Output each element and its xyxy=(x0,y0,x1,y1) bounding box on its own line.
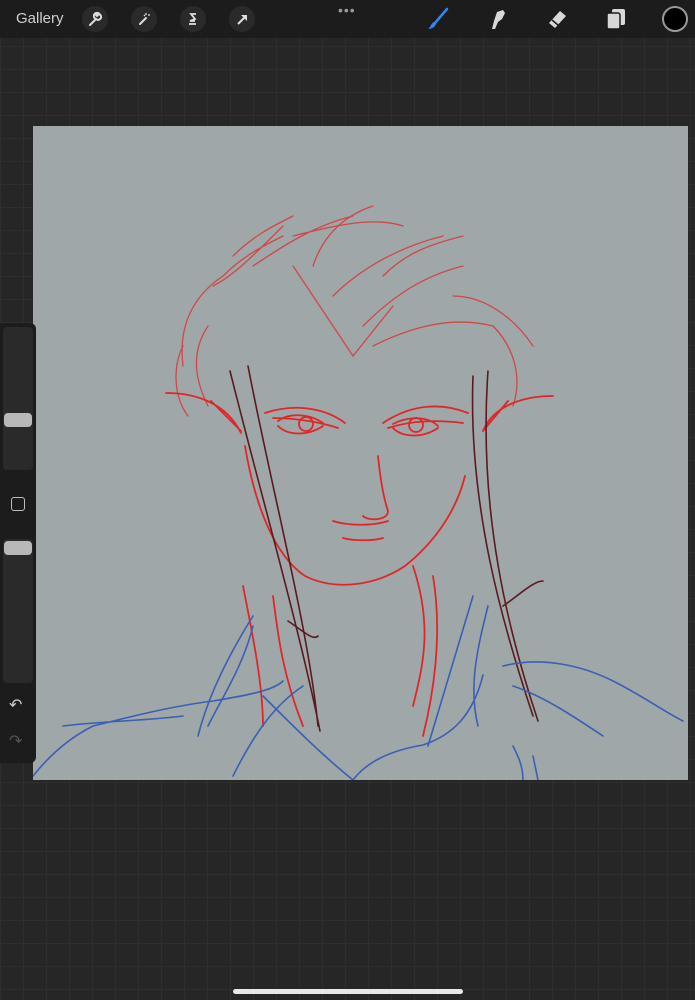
hair-strokes xyxy=(175,205,534,417)
smudge-icon[interactable] xyxy=(485,7,509,31)
brush-opacity-slider[interactable] xyxy=(3,539,33,683)
magic-wand-icon[interactable] xyxy=(131,6,157,32)
redo-icon[interactable]: ↷ xyxy=(9,731,22,751)
brush-opacity-thumb[interactable] xyxy=(4,541,32,555)
more-options-button[interactable]: ••• xyxy=(338,2,356,18)
drawing-canvas[interactable] xyxy=(33,126,688,780)
eraser-icon[interactable] xyxy=(545,7,569,31)
home-indicator xyxy=(233,989,463,994)
wrench-icon[interactable] xyxy=(82,6,108,32)
brush-icon[interactable] xyxy=(426,7,450,31)
brush-size-thumb[interactable] xyxy=(4,413,32,427)
color-picker-button[interactable] xyxy=(662,6,688,32)
top-toolbar: Gallery ••• xyxy=(0,0,695,38)
sketch-artwork xyxy=(33,205,684,780)
brush-size-slider[interactable] xyxy=(3,327,33,470)
undo-icon[interactable]: ↶ xyxy=(9,695,22,715)
selection-icon[interactable] xyxy=(180,6,206,32)
modify-button[interactable] xyxy=(11,497,25,511)
collar-strokes xyxy=(33,595,684,780)
transform-icon[interactable] xyxy=(229,6,255,32)
left-sidebar: ↶ ↷ xyxy=(0,323,36,763)
face-strokes xyxy=(165,392,554,737)
gallery-button[interactable]: Gallery xyxy=(16,10,64,27)
layers-icon[interactable] xyxy=(604,7,628,31)
